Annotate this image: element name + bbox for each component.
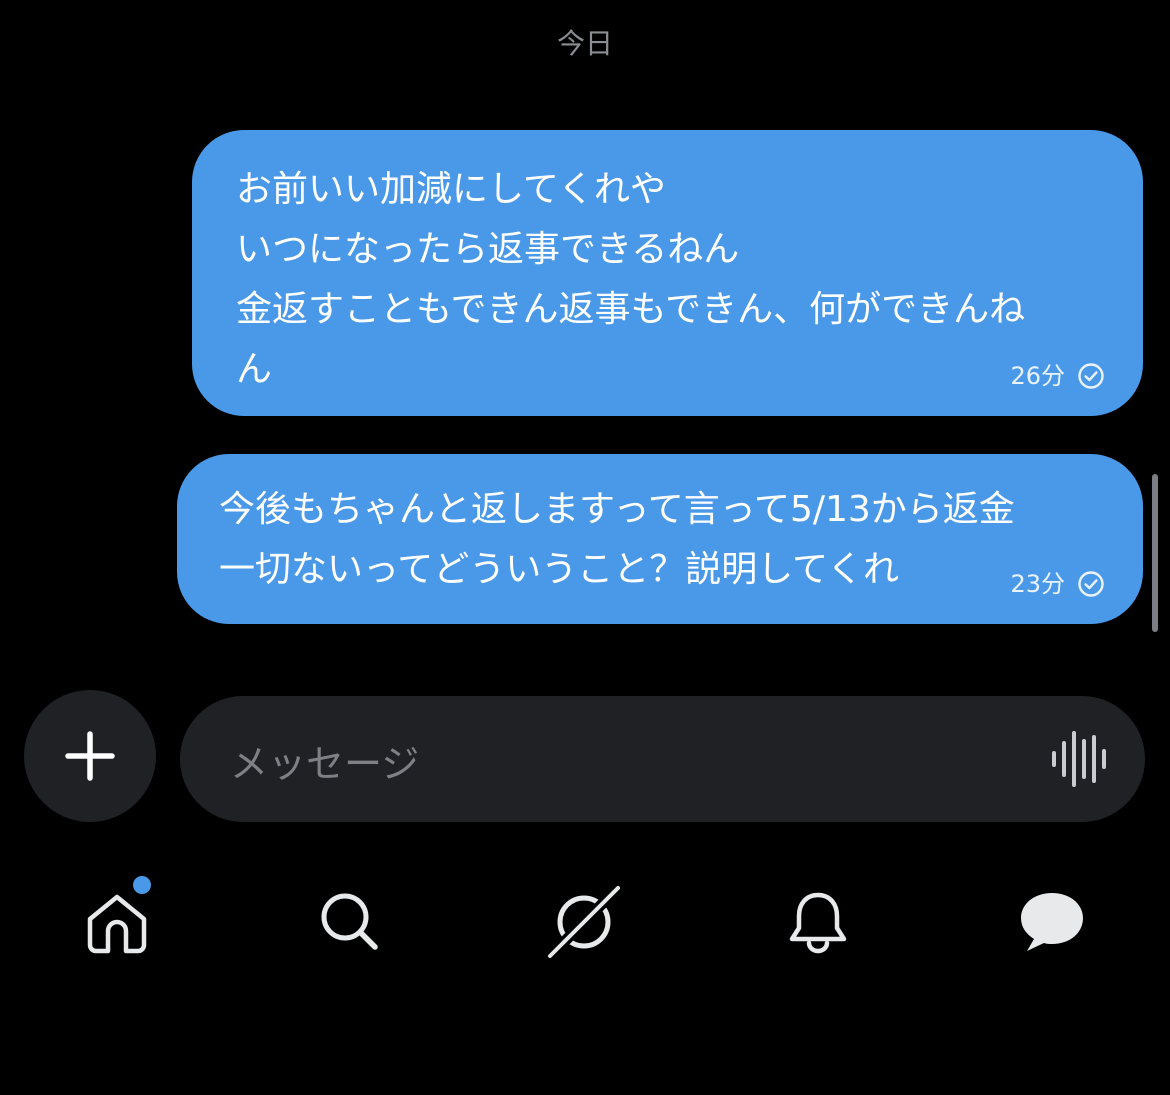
read-check-icon: [1078, 363, 1104, 389]
tab-notifications[interactable]: [778, 882, 858, 962]
message-line: いつになったら返事できるねん: [236, 229, 740, 270]
read-check-icon: [1078, 571, 1104, 597]
message-input-placeholder: メッセージ: [230, 742, 420, 786]
voice-waveform-icon[interactable]: [1049, 729, 1109, 789]
add-attachment-button[interactable]: [24, 690, 156, 822]
message-line: 金返すこともできん返事もできん、何ができんね: [236, 289, 1026, 330]
message-meta: 23分: [1010, 570, 1105, 598]
message-time: 23分: [1010, 570, 1065, 598]
search-icon: [321, 893, 378, 950]
tab-grok[interactable]: [544, 882, 624, 962]
message-input[interactable]: メッセージ: [180, 696, 1145, 822]
message-line: お前いい加減にしてくれや: [236, 169, 666, 210]
grok-icon: [546, 884, 622, 960]
bell-icon: [789, 892, 847, 954]
date-separator: 今日: [556, 27, 613, 60]
message-time: 26分: [1010, 362, 1065, 390]
message-bubble[interactable]: お前いい加減にしてくれや いつになったら返事できるねん 金返すこともできん返事も…: [192, 130, 1143, 416]
tab-messages[interactable]: [1012, 882, 1092, 962]
tab-search[interactable]: [310, 882, 390, 962]
message-line: ん: [236, 349, 273, 390]
scrollbar[interactable]: [1152, 474, 1158, 632]
home-notification-badge: [131, 874, 153, 896]
message-meta: 26分: [1010, 362, 1105, 390]
messages-icon: [1021, 893, 1083, 951]
message-bubble[interactable]: 今後もちゃんと返しますって言って5/13から返金 一切ないってどういうこと？説明…: [177, 454, 1143, 624]
message-line: 今後もちゃんと返しますって言って5/13から返金: [219, 489, 1015, 530]
tab-bar: [0, 870, 1170, 970]
home-icon: [87, 894, 147, 954]
plus-icon: [65, 731, 115, 781]
message-line: 一切ないってどういうこと？説明してくれ: [219, 549, 900, 590]
